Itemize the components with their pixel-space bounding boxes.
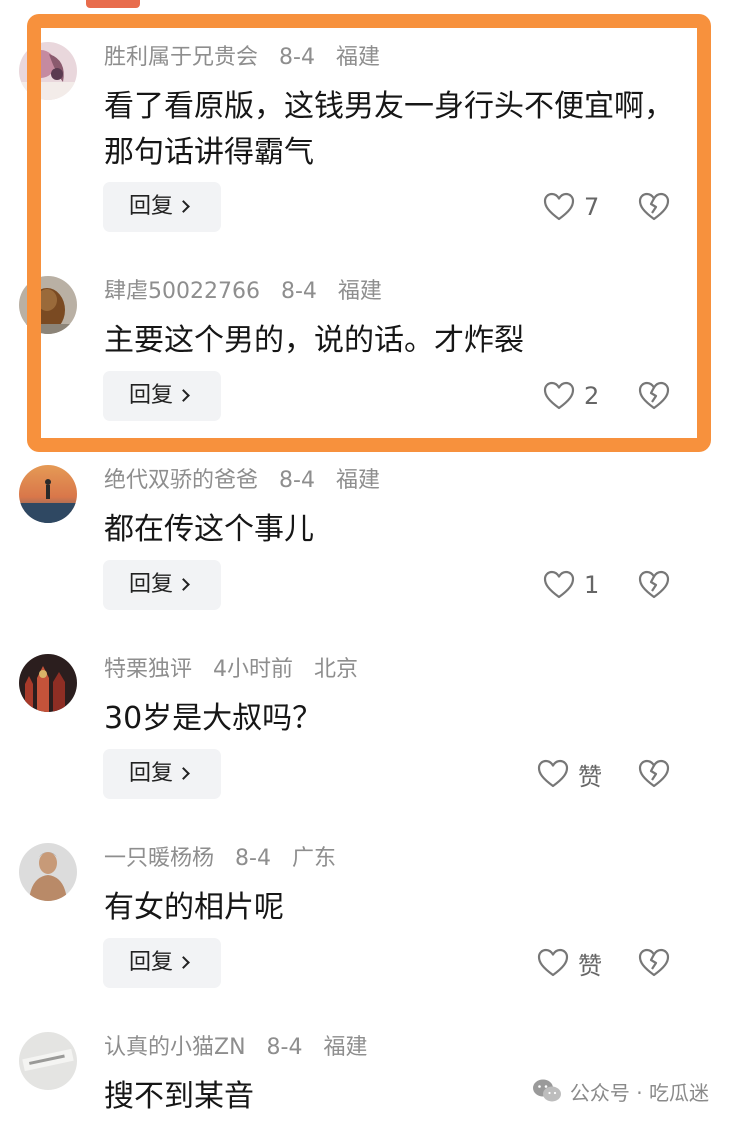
comment-item: 一只暖杨杨 8-4 广东 有女的相片呢 回复 赞: [0, 843, 731, 1032]
broken-heart-icon: [638, 381, 670, 410]
comment-date: 8-4: [279, 468, 315, 493]
reply-button[interactable]: 回复: [103, 938, 221, 988]
like-button[interactable]: 赞: [512, 938, 602, 988]
like-button[interactable]: 1: [512, 560, 602, 610]
like-count: 赞: [578, 951, 602, 980]
comment-meta: 特栗独评 4小时前 北京: [104, 654, 372, 686]
reply-button[interactable]: 回复: [103, 560, 221, 610]
chevron-right-icon: [177, 956, 190, 969]
like-button[interactable]: 2: [512, 371, 602, 421]
chevron-right-icon: [177, 578, 190, 591]
comment-item: 胜利属于兄贵会 8-4 福建 看了看原版，这钱男友一身行头不便宜啊，那句话讲得霸…: [0, 42, 731, 232]
like-button[interactable]: 赞: [512, 749, 602, 799]
comment-location: 福建: [323, 1035, 368, 1060]
reply-label: 回复: [129, 194, 174, 219]
username[interactable]: 特栗独评: [104, 657, 192, 682]
reply-label: 回复: [129, 383, 174, 408]
comment-date: 4小时前: [213, 657, 294, 682]
avatar[interactable]: [19, 42, 77, 100]
username[interactable]: 认真的小猫ZN: [104, 1035, 246, 1060]
comment-date: 8-4: [280, 279, 317, 304]
comment-location: 福建: [335, 45, 380, 70]
comment-meta: 胜利属于兄贵会 8-4 福建: [104, 42, 394, 74]
chevron-right-icon: [177, 200, 190, 213]
username[interactable]: 肆虐50022766: [104, 279, 260, 304]
comment-list-screen: 胜利属于兄贵会 8-4 福建 看了看原版，这钱男友一身行头不便宜啊，那句话讲得霸…: [0, 0, 731, 1125]
comment-date: 8-4: [266, 1035, 303, 1060]
heart-icon: [537, 759, 569, 788]
chevron-right-icon: [177, 389, 190, 402]
comment-text: 有女的相片呢: [104, 890, 284, 925]
comment-text: 都在传这个事儿: [104, 512, 314, 547]
reply-label: 回复: [129, 572, 174, 597]
comment-text: 主要这个男的，说的话。才炸裂: [104, 323, 524, 358]
username[interactable]: 胜利属于兄贵会: [104, 45, 258, 70]
comment-date: 8-4: [279, 45, 315, 70]
avatar[interactable]: [19, 1032, 77, 1090]
comment-date: 8-4: [235, 846, 271, 871]
comment-location: 广东: [291, 846, 336, 871]
like-count: 1: [584, 571, 600, 599]
comment-meta: 绝代双骄的爸爸 8-4 福建: [104, 465, 394, 497]
broken-heart-icon: [638, 948, 670, 977]
like-count: 7: [584, 193, 600, 221]
broken-heart-icon: [638, 759, 670, 788]
comment-text: 看了看原版，这钱男友一身行头不便宜啊，那句话讲得霸气: [104, 89, 674, 170]
comment-location: 福建: [337, 279, 382, 304]
reply-button[interactable]: 回复: [103, 371, 221, 421]
comment-text: 30岁是大叔吗？: [104, 701, 323, 736]
avatar[interactable]: [19, 465, 77, 523]
comment-meta: 一只暖杨杨 8-4 广东: [104, 843, 350, 875]
reply-button[interactable]: 回复: [103, 749, 221, 799]
comment-item: 肆虐50022766 8-4 福建 主要这个男的，说的话。才炸裂 回复 2: [0, 276, 731, 465]
like-button[interactable]: 7: [512, 182, 602, 232]
username[interactable]: 绝代双骄的爸爸: [104, 468, 258, 493]
top-edge-fragment: [86, 0, 140, 8]
watermark: 公众号 · 吃瓜迷: [532, 1075, 709, 1107]
comment-location: 北京: [314, 657, 359, 682]
dislike-button[interactable]: [636, 371, 672, 421]
heart-icon: [543, 381, 575, 410]
avatar[interactable]: [19, 654, 77, 712]
like-count: 赞: [578, 762, 602, 791]
reply-label: 回复: [129, 950, 174, 975]
dislike-button[interactable]: [636, 182, 672, 232]
reply-button[interactable]: 回复: [103, 182, 221, 232]
dislike-button[interactable]: [636, 749, 672, 799]
dislike-button[interactable]: [636, 560, 672, 610]
comment-item: 特栗独评 4小时前 北京 30岁是大叔吗？ 回复 赞: [0, 654, 731, 843]
avatar[interactable]: [19, 843, 77, 901]
top-strip: [0, 0, 731, 14]
heart-icon: [537, 948, 569, 977]
heart-icon: [543, 570, 575, 599]
comment-location: 福建: [335, 468, 380, 493]
reply-label: 回复: [129, 761, 174, 786]
heart-icon: [543, 192, 575, 221]
wechat-icon: [532, 1079, 561, 1102]
comment-meta: 认真的小猫ZN 8-4 福建: [104, 1032, 381, 1064]
dislike-button[interactable]: [636, 938, 672, 988]
comment-item: 绝代双骄的爸爸 8-4 福建 都在传这个事儿 回复 1: [0, 465, 731, 654]
broken-heart-icon: [638, 570, 670, 599]
watermark-label: 公众号 · 吃瓜迷: [569, 1080, 709, 1105]
chevron-right-icon: [177, 767, 190, 780]
broken-heart-icon: [638, 192, 670, 221]
username[interactable]: 一只暖杨杨: [104, 846, 214, 871]
like-count: 2: [584, 382, 600, 410]
comment-meta: 肆虐50022766 8-4 福建: [104, 276, 396, 308]
avatar[interactable]: [19, 276, 77, 334]
